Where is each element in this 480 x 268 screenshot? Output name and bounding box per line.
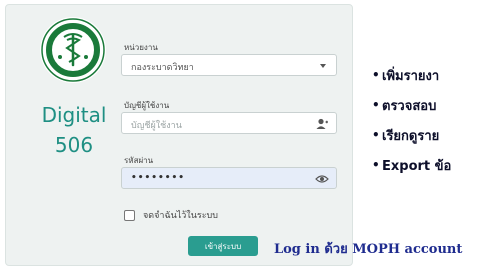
bullet: •: [372, 68, 380, 82]
feature-item: • Export ข้อ: [372, 150, 480, 180]
user-icon: [316, 118, 328, 129]
feature-text: เรียกดูราย: [382, 128, 440, 144]
moph-logo: [40, 17, 106, 83]
username-placeholder: บัญชีผู้ใช้งาน: [131, 121, 182, 131]
login-button[interactable]: เข้าสู่ระบบ: [188, 236, 258, 256]
agency-value: กองระบาดวิทยา: [131, 63, 194, 73]
feature-list: • เพิ่มรายงา • ตรวจสอบ • เรียกดูราย • Ex…: [372, 60, 480, 180]
bullet: •: [372, 128, 380, 142]
remember-me[interactable]: จดจำฉันไว้ในระบบ: [124, 208, 218, 222]
login-caption: Log in ด้วย MOPH account: [274, 242, 463, 257]
login-card: Digital 506 หน่วยงาน กองระบาดวิทยา บัญชี…: [5, 4, 353, 266]
bullet: •: [372, 158, 380, 172]
remember-checkbox[interactable]: [124, 209, 135, 221]
eye-icon[interactable]: [315, 172, 329, 186]
brand-title: Digital: [41, 103, 107, 127]
agency-select[interactable]: กองระบาดวิทยา: [121, 54, 337, 76]
feature-item: • ตรวจสอบ: [372, 90, 480, 120]
chevron-down-icon: [320, 64, 326, 68]
username-label: บัญชีผู้ใช้งาน: [124, 101, 170, 110]
password-input[interactable]: ••••••••: [121, 167, 337, 189]
feature-item: • เพิ่มรายงา: [372, 60, 480, 90]
feature-text: ตรวจสอบ: [382, 98, 437, 114]
feature-text: Export ข้อ: [382, 158, 452, 174]
password-value: ••••••••: [131, 173, 186, 183]
password-label: รหัสผ่าน: [124, 156, 154, 165]
remember-label: จดจำฉันไว้ในระบบ: [143, 211, 218, 221]
moph-emblem-icon: [41, 18, 105, 82]
feature-item: • เรียกดูราย: [372, 120, 480, 150]
agency-label: หน่วยงาน: [124, 43, 158, 52]
feature-text: เพิ่มรายงา: [382, 68, 440, 84]
bullet: •: [372, 98, 380, 112]
username-input[interactable]: บัญชีผู้ใช้งาน: [121, 112, 337, 134]
brand-number: 506: [54, 133, 94, 157]
